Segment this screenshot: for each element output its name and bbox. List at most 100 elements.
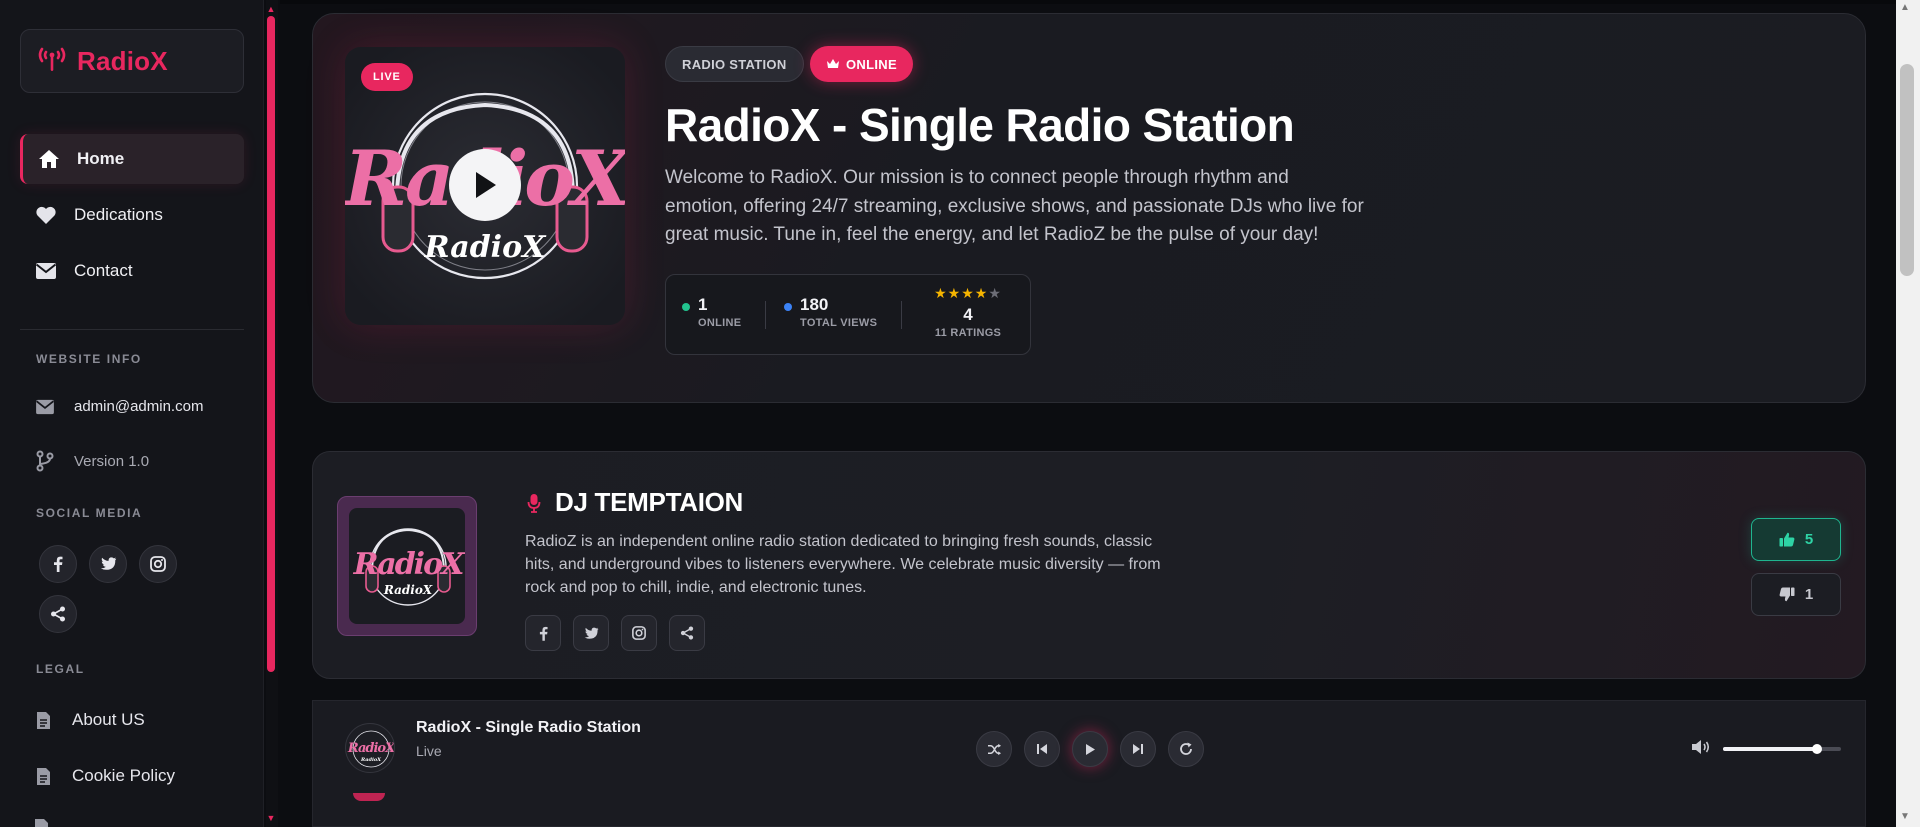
- dj-name: DJ TEMPTAION: [527, 487, 743, 518]
- station-stats: 1 ONLINE 180 TOTAL VIEWS ★★★★★ 4 11 RATI…: [665, 274, 1031, 355]
- thumbs-down-icon: [1779, 587, 1795, 602]
- info-version: Version 1.0: [34, 450, 149, 472]
- stat-divider: [901, 301, 902, 329]
- volume-slider[interactable]: [1723, 744, 1841, 754]
- instagram-icon[interactable]: [621, 615, 657, 651]
- twitter-icon[interactable]: [573, 615, 609, 651]
- file-icon: [34, 767, 52, 786]
- radio-tower-icon: [37, 46, 67, 76]
- stat-rating-value: 4: [963, 305, 973, 324]
- dj-card: RadioX RadioX DJ TEMPTAION RadioZ is an …: [312, 451, 1866, 679]
- code-branch-icon: [34, 450, 56, 472]
- svg-text:RadioX: RadioX: [353, 547, 465, 582]
- nav-item-home[interactable]: Home: [20, 134, 244, 184]
- stat-views-value: 180: [800, 295, 829, 314]
- nav-item-label: Contact: [74, 261, 133, 280]
- dj-cover: RadioX RadioX: [337, 496, 477, 636]
- legal-heading: LEGAL: [36, 662, 85, 676]
- rating-stars-icon[interactable]: ★★★★★: [921, 285, 1015, 302]
- twitter-icon[interactable]: [89, 545, 127, 583]
- microphone-icon: [527, 493, 541, 513]
- live-badge: LIVE: [361, 63, 413, 91]
- legal-item-about-us[interactable]: About US: [34, 710, 145, 730]
- sidebar: RadioX Home Dedications Contact WEBSITE …: [0, 0, 264, 827]
- scroll-up-arrow-icon[interactable]: ▲: [1900, 2, 1910, 13]
- station-hero: RadioX RadioX LIVE RADIO STATION ONLINE …: [312, 13, 1866, 403]
- scroll-down-arrow-icon[interactable]: ▼: [266, 813, 276, 823]
- player-title: RadioX - Single Radio Station: [416, 719, 641, 736]
- volume-icon[interactable]: [1691, 739, 1711, 755]
- volume-knob[interactable]: [1812, 744, 1823, 754]
- file-icon: [34, 818, 49, 827]
- page-scroll-thumb[interactable]: [1900, 64, 1914, 276]
- stat-divider: [765, 301, 766, 329]
- stat-rating[interactable]: ★★★★★ 4 11 RATINGS: [921, 285, 1015, 339]
- svg-text:RadioX: RadioX: [424, 230, 547, 265]
- reload-button[interactable]: [1168, 731, 1204, 767]
- top-edge: [280, 0, 1896, 4]
- views-dot-icon: [784, 303, 792, 311]
- player-status: Live: [416, 743, 442, 759]
- stat-rating-label: 11 RATINGS: [934, 327, 1002, 339]
- facebook-icon[interactable]: [39, 545, 77, 583]
- online-pill-label: ONLINE: [846, 56, 897, 72]
- sidebar-scroll-thumb[interactable]: [267, 16, 275, 672]
- play-icon: [1086, 743, 1095, 755]
- svg-text:RadioX: RadioX: [383, 583, 433, 597]
- dj-name-text: DJ TEMPTAION: [555, 487, 744, 517]
- player-artwork: RadioX RadioX: [345, 723, 395, 773]
- stat-online-label: ONLINE: [698, 317, 742, 329]
- instagram-icon[interactable]: [139, 545, 177, 583]
- shuffle-icon: [987, 743, 1001, 755]
- website-info-heading: WEBSITE INFO: [36, 352, 142, 366]
- play-icon: [476, 172, 496, 198]
- file-icon: [34, 711, 52, 730]
- sidebar-divider: [20, 329, 244, 330]
- envelope-icon: [34, 399, 56, 415]
- scroll-up-arrow-icon[interactable]: ▲: [266, 4, 276, 14]
- player-play-button[interactable]: [1072, 731, 1108, 767]
- stat-views: 180 TOTAL VIEWS: [784, 295, 877, 329]
- heart-icon: [34, 205, 58, 225]
- dislike-button[interactable]: 1: [1751, 573, 1841, 616]
- crown-icon: [827, 59, 839, 68]
- shuffle-button[interactable]: [976, 731, 1012, 767]
- logo[interactable]: RadioX: [20, 29, 244, 93]
- like-count: 5: [1804, 531, 1814, 548]
- next-button[interactable]: [1120, 731, 1156, 767]
- refresh-icon: [1180, 742, 1192, 755]
- like-button[interactable]: 5: [1751, 518, 1841, 561]
- info-version-text: Version 1.0: [74, 452, 150, 470]
- station-cover: RadioX RadioX LIVE: [345, 47, 625, 325]
- volume-fill: [1723, 747, 1818, 751]
- stat-views-label: TOTAL VIEWS: [800, 317, 878, 329]
- dislike-count: 1: [1804, 586, 1814, 603]
- nav-item-dedications[interactable]: Dedications: [20, 190, 244, 240]
- home-icon: [37, 149, 61, 169]
- legal-item-label: Cookie Policy: [72, 766, 175, 785]
- legal-item-label: About US: [72, 710, 145, 729]
- social-media-heading: SOCIAL MEDIA: [36, 506, 143, 520]
- previous-button[interactable]: [1024, 731, 1060, 767]
- nav-item-contact[interactable]: Contact: [20, 246, 244, 296]
- play-button[interactable]: [449, 149, 521, 221]
- scroll-down-arrow-icon[interactable]: ▼: [1900, 811, 1910, 822]
- info-email-text: admin@admin.com: [74, 398, 204, 415]
- skip-forward-icon: [1133, 744, 1143, 754]
- station-title: RadioX - Single Radio Station: [665, 99, 1295, 151]
- nav-item-label: Home: [77, 149, 125, 168]
- legal-item-cookie-policy[interactable]: Cookie Policy: [34, 766, 175, 786]
- share-icon[interactable]: [669, 615, 705, 651]
- radio-station-pill: RADIO STATION: [665, 46, 804, 82]
- share-icon[interactable]: [39, 595, 77, 633]
- facebook-icon[interactable]: [525, 615, 561, 651]
- dj-description: RadioZ is an independent online radio st…: [525, 533, 1161, 596]
- svg-text:RadioX: RadioX: [347, 741, 395, 756]
- online-dot-icon: [682, 303, 690, 311]
- info-email[interactable]: admin@admin.com: [34, 398, 203, 415]
- thumbs-up-icon: [1779, 532, 1795, 547]
- stat-online: 1 ONLINE: [682, 295, 741, 329]
- stat-online-value: 1: [698, 295, 708, 314]
- station-description: Welcome to RadioX. Our mission is to con…: [665, 167, 1364, 245]
- svg-text:RadioX: RadioX: [360, 757, 382, 763]
